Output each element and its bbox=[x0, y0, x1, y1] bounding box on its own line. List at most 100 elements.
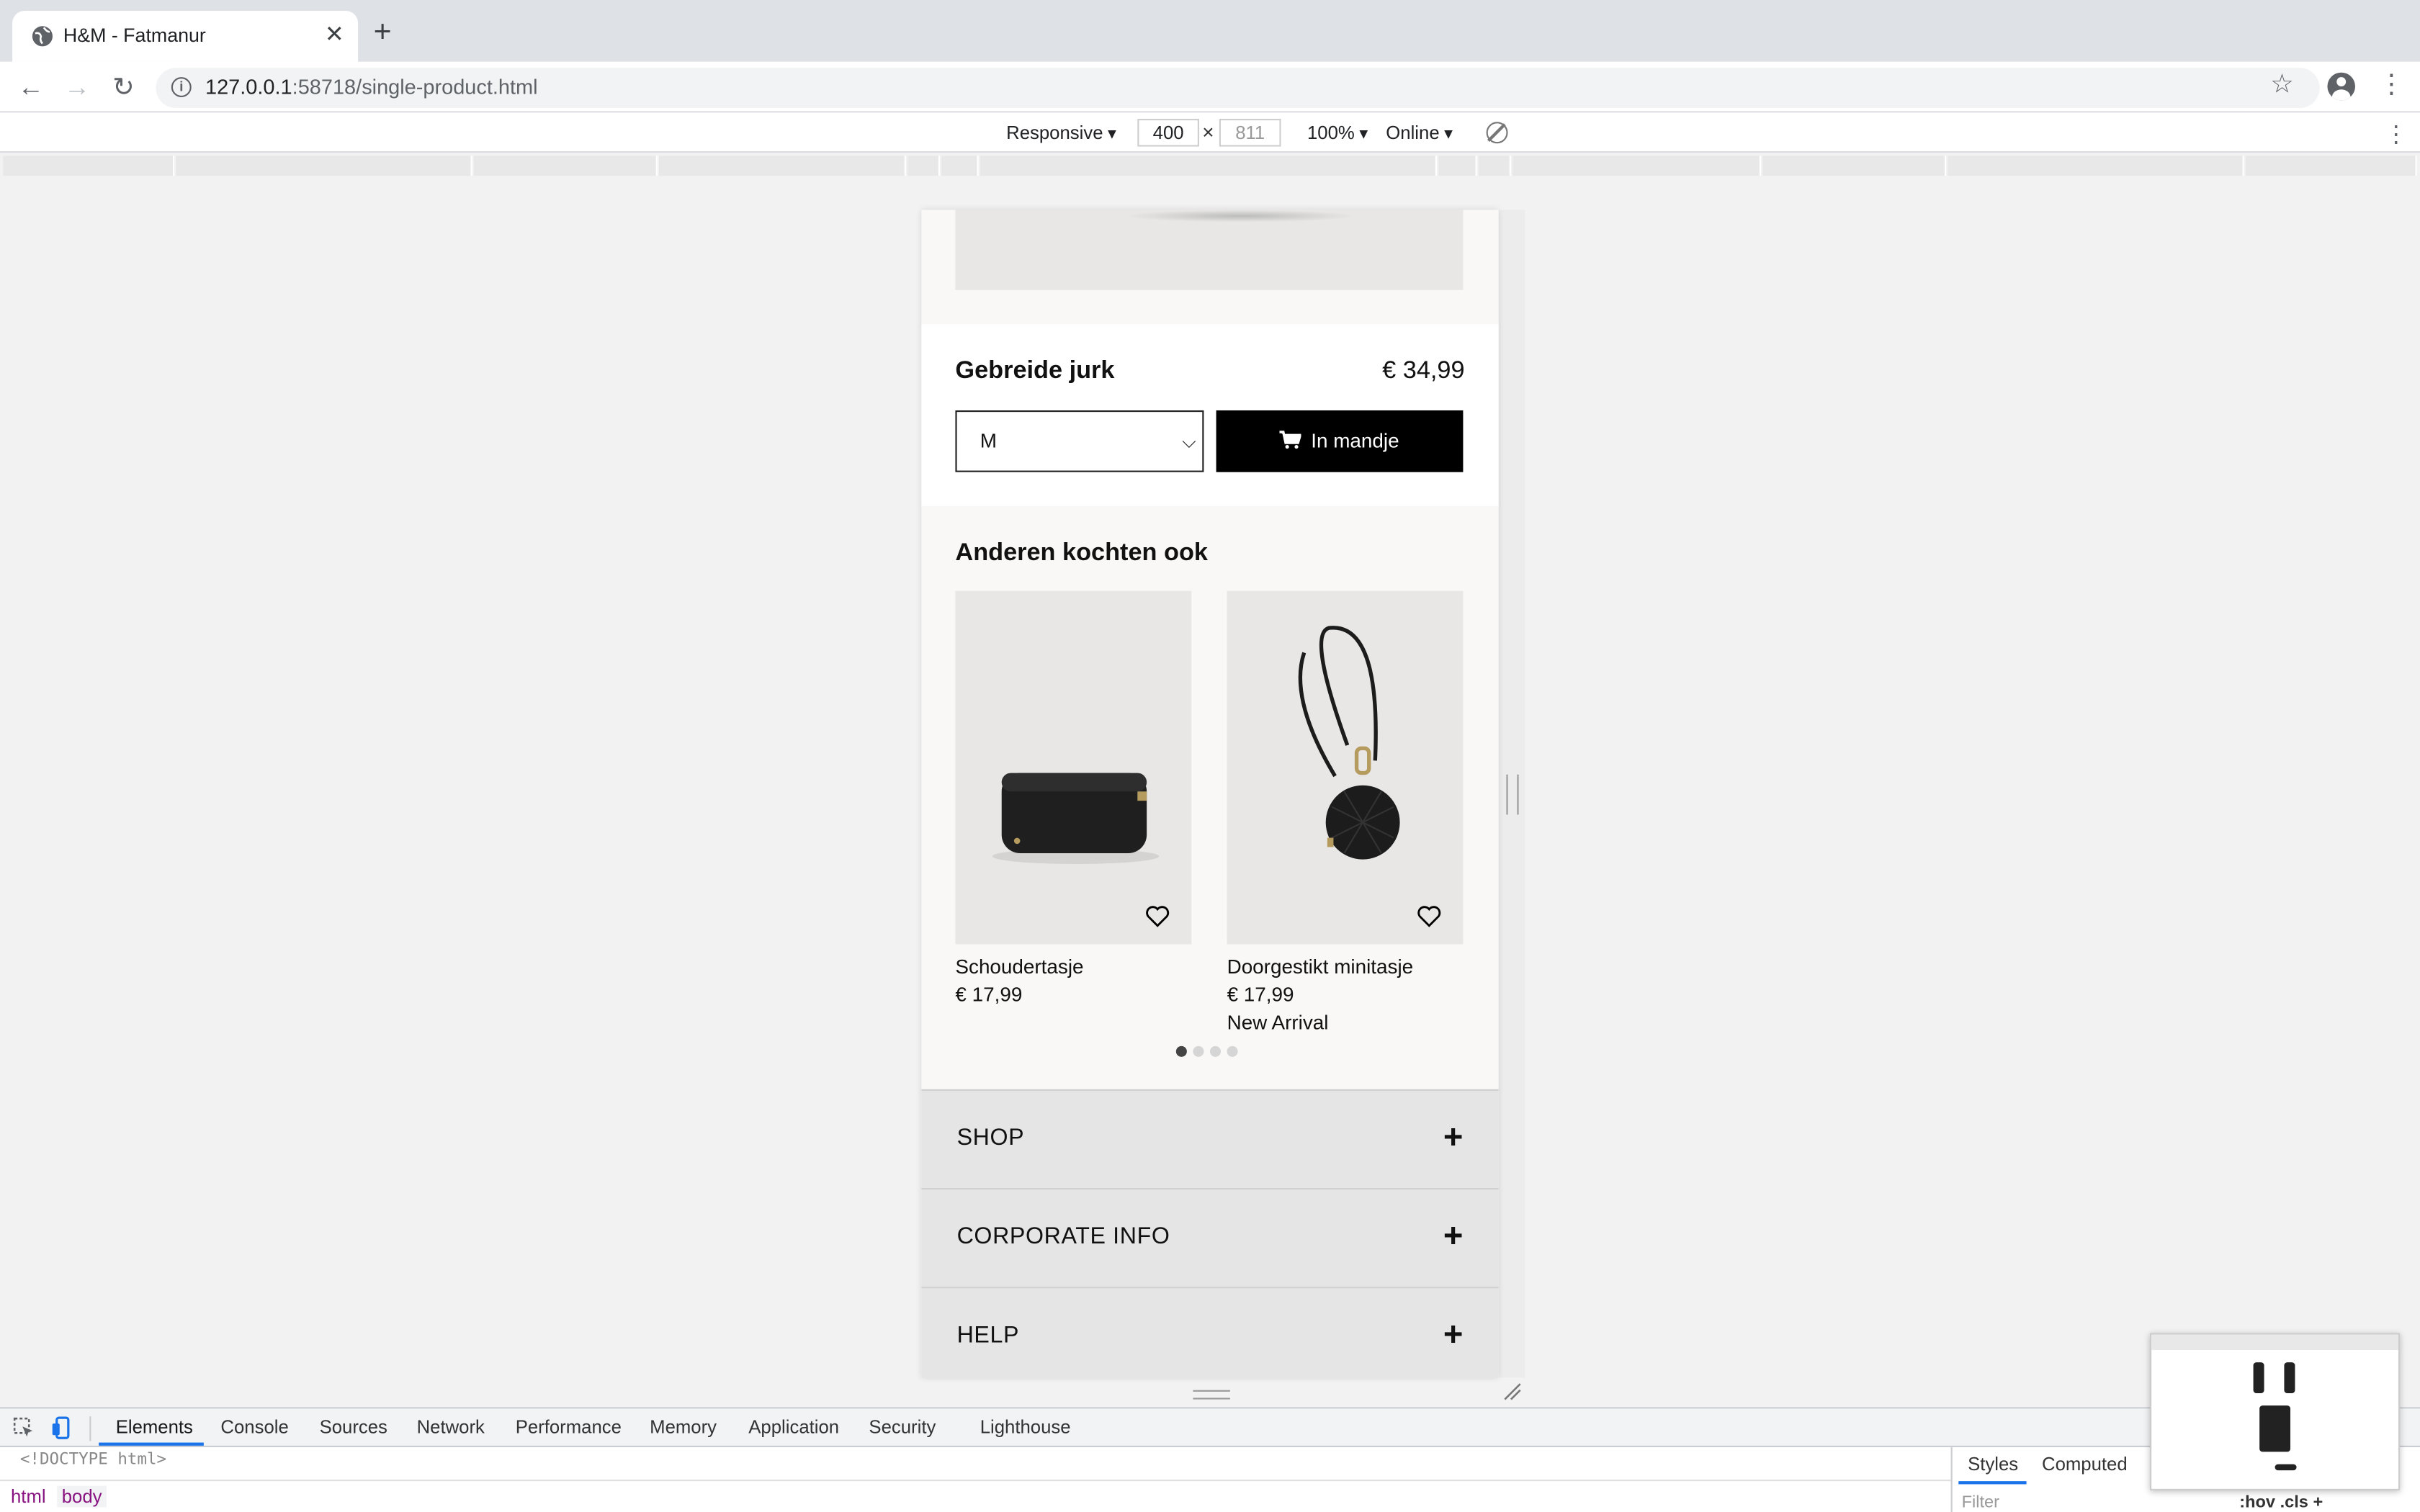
active-tab-indicator bbox=[99, 1442, 204, 1446]
screenshot-thumbnail[interactable] bbox=[2150, 1333, 2401, 1490]
device-viewport: Gebreide jurk € 34,99 M ⌵ In mandje Ande… bbox=[921, 210, 1499, 1378]
media-query-segment[interactable] bbox=[980, 156, 1437, 176]
styles-filter-input[interactable]: Filter bbox=[1962, 1493, 1999, 1512]
viewport-height-input[interactable]: 811 bbox=[1219, 119, 1281, 147]
product-card-image[interactable] bbox=[955, 590, 1192, 945]
product-info: Gebreide jurk € 34,99 M ⌵ In mandje bbox=[921, 324, 1499, 506]
plus-icon[interactable]: + bbox=[1443, 1115, 1464, 1158]
thumbnail-header bbox=[2151, 1334, 2398, 1350]
media-query-segment[interactable] bbox=[659, 156, 906, 176]
thumbnail-figure bbox=[2284, 1362, 2295, 1393]
tab-computed[interactable]: Computed bbox=[2042, 1454, 2128, 1475]
media-query-segment[interactable] bbox=[3, 156, 175, 176]
styles-tab-indicator bbox=[1958, 1481, 2027, 1485]
tab-elements[interactable]: Elements bbox=[116, 1416, 193, 1438]
back-icon[interactable]: ← bbox=[14, 71, 48, 105]
media-query-segment[interactable] bbox=[1948, 156, 2244, 176]
tab-sources[interactable]: Sources bbox=[320, 1416, 387, 1438]
zoom-select[interactable]: 100% bbox=[1307, 122, 1368, 143]
media-query-segment[interactable] bbox=[1762, 156, 1947, 176]
chevron-down-icon: ⌵ bbox=[1182, 430, 1196, 452]
footer-corporate-info-label: CORPORATE INFO bbox=[956, 1223, 1170, 1250]
globe-icon bbox=[32, 26, 53, 47]
info-icon[interactable]: i bbox=[171, 77, 192, 97]
thumbnail-figure bbox=[2259, 1405, 2290, 1452]
right-resize-handle[interactable] bbox=[1506, 774, 1519, 815]
size-select-value: M bbox=[980, 428, 997, 452]
bookmark-star-icon[interactable]: ☆ bbox=[2270, 68, 2294, 102]
product-name: Gebreide jurk bbox=[955, 358, 1115, 384]
device-toggle-icon[interactable] bbox=[51, 1416, 74, 1439]
devtools-panel: Elements Console Sources Network Perform… bbox=[0, 1407, 2420, 1512]
tab-performance[interactable]: Performance bbox=[516, 1416, 622, 1438]
media-query-segment[interactable] bbox=[1438, 156, 1477, 176]
media-query-bar[interactable] bbox=[0, 153, 2420, 179]
reload-icon[interactable]: ↻ bbox=[107, 71, 140, 105]
carousel-dot[interactable] bbox=[1175, 1045, 1187, 1057]
product-card[interactable]: Schoudertasje € 17,99 bbox=[955, 590, 1192, 1006]
device-mode-select[interactable]: Responsive bbox=[1006, 122, 1116, 143]
browser-tab[interactable]: H&M - Fatmanur ✕ bbox=[12, 11, 359, 62]
inspect-element-icon[interactable] bbox=[12, 1416, 35, 1439]
carousel-dot[interactable] bbox=[1210, 1045, 1221, 1057]
media-query-segment[interactable] bbox=[176, 156, 472, 176]
media-query-segment[interactable] bbox=[473, 156, 658, 176]
tab-application[interactable]: Application bbox=[748, 1416, 839, 1438]
devtools-separator bbox=[89, 1416, 91, 1441]
footer-help-label: HELP bbox=[956, 1322, 1020, 1349]
breadcrumb-html[interactable]: html bbox=[6, 1486, 50, 1508]
kebab-menu-icon[interactable]: ⋮ bbox=[2378, 68, 2404, 102]
heart-icon[interactable] bbox=[1145, 904, 1170, 929]
plus-icon[interactable]: + bbox=[1443, 1313, 1464, 1356]
product-card-name[interactable]: Schoudertasje bbox=[955, 955, 1191, 978]
heart-icon[interactable] bbox=[1417, 904, 1441, 929]
shoulder-bag-image bbox=[992, 773, 1160, 864]
media-query-segment[interactable] bbox=[941, 156, 979, 176]
tab-network[interactable]: Network bbox=[417, 1416, 485, 1438]
tab-strip: H&M - Fatmanur ✕ + bbox=[0, 0, 2420, 62]
dom-tree-line[interactable]: <!DOCTYPE html> bbox=[20, 1450, 166, 1469]
network-throttle-select[interactable]: Online bbox=[1386, 122, 1453, 143]
footer-corporate-info[interactable]: CORPORATE INFO + bbox=[921, 1188, 1499, 1287]
footer-help[interactable]: HELP + bbox=[921, 1287, 1499, 1378]
add-to-cart-label: In mandje bbox=[1311, 428, 1399, 452]
product-card[interactable]: Doorgestikt minitasje € 17,99 New Arriva… bbox=[1227, 590, 1464, 1034]
dimension-separator: × bbox=[1202, 120, 1214, 144]
styles-filter-actions[interactable]: :hov .cls + bbox=[2239, 1493, 2323, 1512]
forward-icon[interactable]: → bbox=[60, 71, 94, 105]
footer-shop[interactable]: SHOP + bbox=[921, 1089, 1499, 1188]
corner-resize-icon[interactable] bbox=[1503, 1382, 1522, 1401]
carousel-dot[interactable] bbox=[1193, 1045, 1204, 1057]
media-query-segment[interactable] bbox=[1478, 156, 1511, 176]
product-card-image[interactable] bbox=[1227, 590, 1464, 945]
cart-icon bbox=[1280, 431, 1302, 449]
media-query-segment[interactable] bbox=[2245, 156, 2417, 176]
new-tab-icon[interactable]: + bbox=[374, 17, 392, 48]
size-select[interactable]: M ⌵ bbox=[955, 410, 1204, 472]
product-price: € 34,99 bbox=[1382, 358, 1465, 384]
media-query-segment[interactable] bbox=[908, 156, 940, 176]
address-bar[interactable]: i 127.0.0.1:58718/single-product.html bbox=[156, 68, 2320, 108]
browser-toolbar: ← → ↻ i 127.0.0.1:58718/single-product.h… bbox=[0, 61, 2420, 113]
tab-security[interactable]: Security bbox=[869, 1416, 936, 1438]
breadcrumb-body[interactable]: body bbox=[57, 1485, 107, 1508]
carousel-dot[interactable] bbox=[1227, 1045, 1238, 1057]
close-tab-icon[interactable]: ✕ bbox=[325, 20, 344, 51]
product-card-name[interactable]: Doorgestikt minitasje bbox=[1227, 955, 1464, 978]
tab-console[interactable]: Console bbox=[220, 1416, 288, 1438]
profile-icon[interactable] bbox=[2327, 72, 2355, 101]
rotate-icon[interactable] bbox=[1486, 122, 1508, 144]
viewport-width-input[interactable]: 400 bbox=[1137, 119, 1199, 147]
tab-lighthouse[interactable]: Lighthouse bbox=[980, 1416, 1071, 1438]
tab-memory[interactable]: Memory bbox=[650, 1416, 717, 1438]
plus-icon[interactable]: + bbox=[1443, 1214, 1464, 1257]
media-query-segment[interactable] bbox=[1512, 156, 1761, 176]
bottom-resize-handle[interactable] bbox=[1193, 1390, 1230, 1400]
footer-shop-label: SHOP bbox=[956, 1125, 1025, 1151]
devtools-tab-bar: Elements Console Sources Network Perform… bbox=[0, 1408, 2420, 1447]
add-to-cart-button[interactable]: In mandje bbox=[1216, 410, 1464, 472]
tab-styles[interactable]: Styles bbox=[1968, 1454, 2018, 1475]
product-image bbox=[955, 210, 1464, 290]
url-text: 127.0.0.1:58718/single-product.html bbox=[205, 76, 538, 99]
device-menu-icon[interactable]: ⋮ bbox=[2385, 120, 2408, 148]
